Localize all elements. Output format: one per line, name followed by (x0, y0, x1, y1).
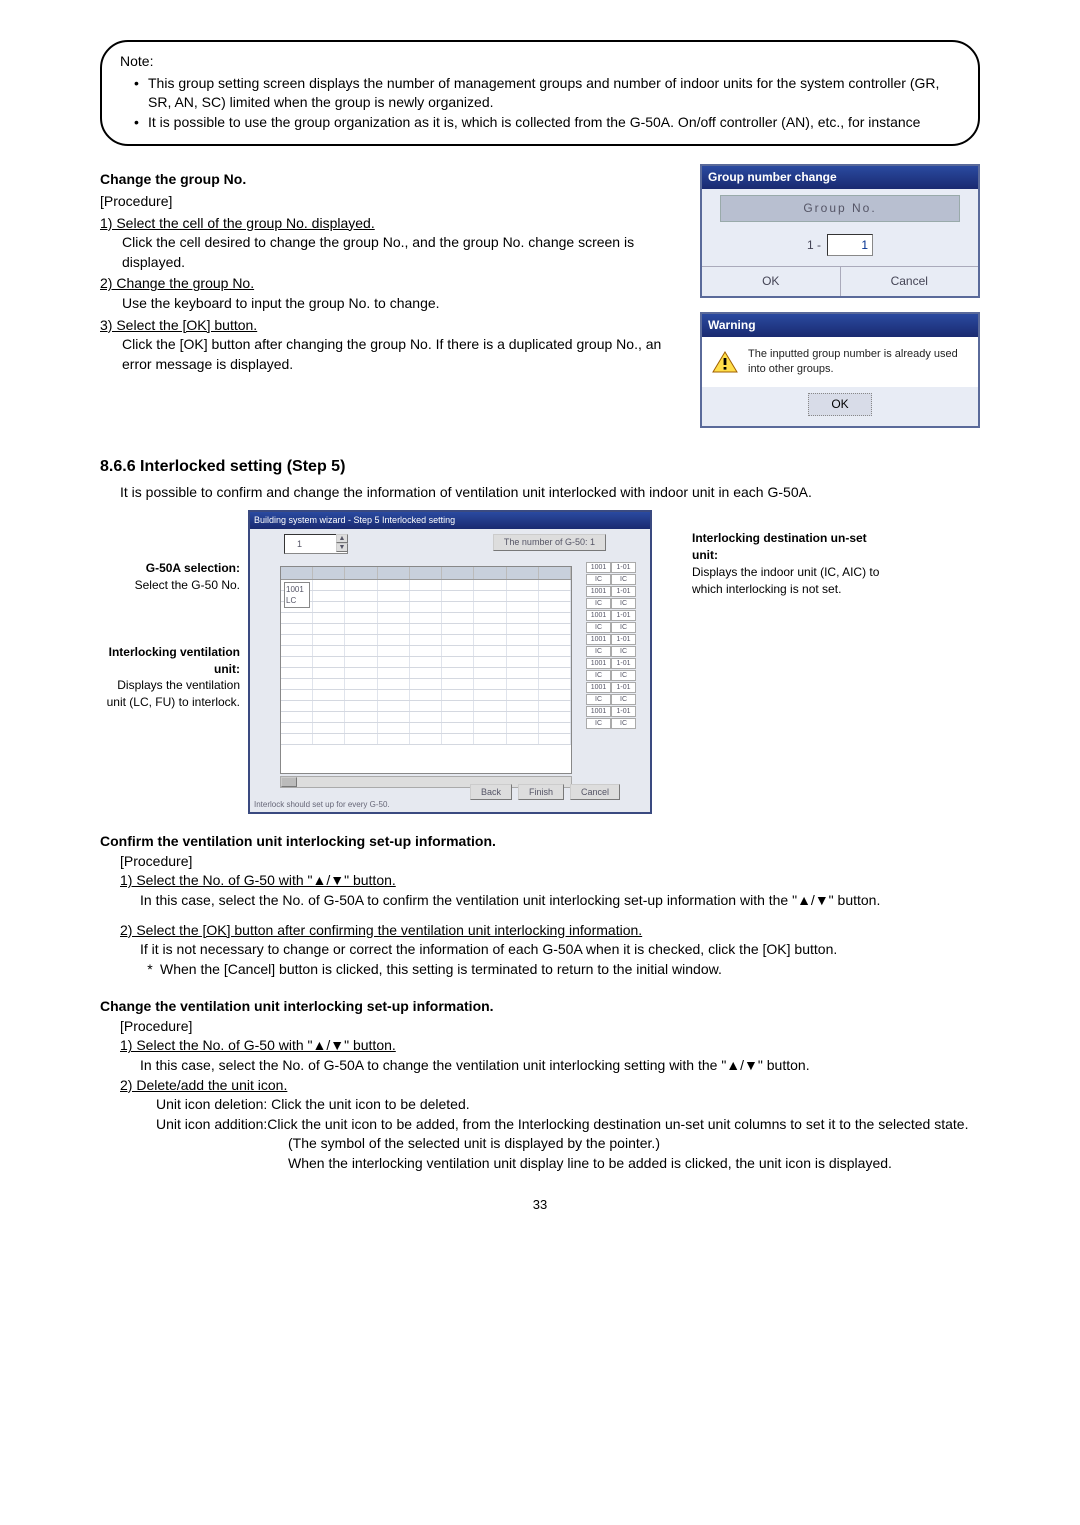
star-icon: * (140, 960, 160, 980)
procedure-label: [Procedure] (100, 852, 980, 872)
add-body: (The symbol of the selected unit is disp… (100, 1134, 980, 1154)
callout-body: Select the G-50 No. (100, 577, 240, 594)
unset-unit-list[interactable]: 10011-01 ICIC 10011-01 ICIC 10011-01 ICI… (586, 562, 636, 730)
callout-title: Interlocking destination un-set unit: (692, 530, 892, 564)
window-titlebar: Building system wizard - Step 5 Interloc… (250, 512, 650, 529)
note-box: Note: This group setting screen displays… (100, 40, 980, 146)
warning-dialog: Warning The inputted group number is alr… (700, 312, 980, 428)
group-number-dialog: Group number change Group No. 1 - 1 OK C… (700, 164, 980, 297)
step-lead: 2) Change the group No. (100, 275, 254, 291)
group-number-input[interactable]: 1 (827, 234, 873, 256)
dialog-title: Warning (702, 314, 978, 337)
add-lead: Unit icon addition: (156, 1115, 267, 1135)
confirm-heading: Confirm the ventilation unit interlockin… (100, 832, 980, 852)
step-lead: 1) Select the No. of G-50 with "▲/▼" but… (120, 872, 396, 888)
window-footer: Interlock should set up for every G-50. (254, 799, 390, 810)
lc-unit-icon[interactable]: 1001 LC (284, 582, 310, 608)
interlocked-window: Building system wizard - Step 5 Interloc… (248, 510, 652, 814)
section-heading: 8.6.6 Interlocked setting (Step 5) (100, 456, 980, 478)
step-body: Click the [OK] button after changing the… (100, 335, 686, 374)
group-prefix: 1 - (807, 237, 821, 254)
dialog-title: Group number change (702, 166, 978, 189)
step-lead: 1) Select the No. of G-50 with "▲/▼" but… (120, 1037, 396, 1053)
callout-body: Displays the ventilation unit (LC, FU) t… (100, 677, 240, 711)
reg-value: 1 (590, 537, 595, 547)
back-button[interactable]: Back (470, 784, 512, 801)
reg-label: The number of G-50: (504, 537, 588, 547)
add-body: Click the unit icon to be added, from th… (267, 1115, 980, 1135)
change-heading: Change the ventilation unit interlocking… (100, 997, 980, 1017)
cancel-button[interactable]: Cancel (570, 784, 620, 801)
ok-button[interactable]: OK (808, 393, 871, 416)
figure-right-labels: Interlocking destination un-set unit: Di… (652, 510, 892, 597)
spin-buttons[interactable]: ▲▼ (336, 534, 348, 552)
change-group-block: Change the group No. [Procedure] 1) Sele… (100, 164, 686, 374)
step-lead: 1) Select the cell of the group No. disp… (100, 215, 375, 231)
step-body: If it is not necessary to change or corr… (100, 940, 980, 960)
warning-icon (712, 351, 738, 373)
step-lead: 3) Select the [OK] button. (100, 317, 257, 333)
callout-title: Interlocking ventilation unit: (100, 644, 240, 678)
step-body: In this case, select the No. of G-50A to… (100, 1056, 980, 1076)
add-body: When the interlocking ventilation unit d… (100, 1154, 980, 1174)
section-body: It is possible to confirm and change the… (100, 483, 980, 503)
note-item: This group setting screen displays the n… (148, 74, 960, 113)
group-no-header: Group No. (720, 195, 960, 222)
cancel-button[interactable]: Cancel (841, 267, 979, 296)
callout-title: G-50A selection: (100, 560, 240, 577)
ok-button[interactable]: OK (702, 267, 841, 296)
figure-left-labels: G-50A selection: Select the G-50 No. Int… (100, 510, 248, 761)
delete-line: Unit icon deletion: Click the unit icon … (100, 1095, 980, 1115)
interlock-grid[interactable] (280, 566, 572, 774)
step-lead: 2) Delete/add the unit icon. (120, 1077, 287, 1093)
page-number: 33 (100, 1196, 980, 1214)
procedure-label: [Procedure] (100, 192, 686, 212)
step-body: Use the keyboard to input the group No. … (100, 294, 686, 314)
step-body: In this case, select the No. of G-50A to… (100, 891, 980, 911)
star-note: When the [Cancel] button is clicked, thi… (160, 960, 980, 980)
note-title: Note: (120, 52, 960, 72)
warning-message: The inputted group number is already use… (748, 347, 968, 378)
finish-button[interactable]: Finish (518, 784, 564, 801)
step-body: Click the cell desired to change the gro… (100, 233, 686, 272)
note-item: It is possible to use the group organiza… (148, 113, 960, 133)
change-group-heading: Change the group No. (100, 170, 686, 190)
callout-body: Displays the indoor unit (IC, AIC) to wh… (692, 564, 892, 598)
procedure-label: [Procedure] (100, 1017, 980, 1037)
step-lead: 2) Select the [OK] button after confirmi… (120, 922, 642, 938)
note-list: This group setting screen displays the n… (120, 74, 960, 133)
